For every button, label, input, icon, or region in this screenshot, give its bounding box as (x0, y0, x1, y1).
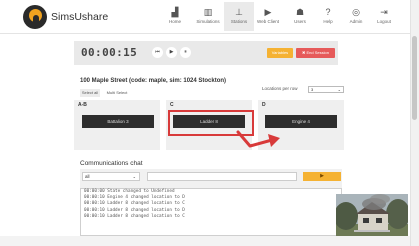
user-circle-icon: ◎ (352, 7, 360, 17)
log-line: 00:00:10 Ladder 8 changed location to C (84, 213, 185, 219)
nav-simulations[interactable]: ▥ Simulations (193, 5, 223, 24)
nav-simulations-label: Simulations (196, 19, 220, 24)
nav-home[interactable]: ▟ Home (160, 5, 190, 24)
nav-help[interactable]: ? Help (313, 5, 343, 24)
nav-stations-label: Stations (230, 19, 248, 24)
nav-web-client-label: Web Client (257, 19, 279, 24)
brand-name[interactable]: SimsUshare (51, 11, 108, 23)
channel-value: all (85, 174, 90, 179)
location-label: C (170, 102, 174, 108)
nav-admin-label: Admin (349, 19, 363, 24)
users-icon: ☗ (295, 7, 305, 17)
nav-logout-label: Logout (377, 19, 391, 24)
pause-button[interactable]: ⏸ (180, 47, 191, 58)
home-icon: ▟ (171, 7, 179, 17)
nav-stations[interactable]: ⊥ Stations (224, 2, 254, 31)
locations-per-row-select[interactable]: 3 ⌄ (308, 86, 344, 93)
app: SimsUshare ▟ Home ▥ Simulations ⊥ Statio… (0, 0, 419, 246)
nav-home-label: Home (168, 19, 181, 24)
end-session-button[interactable]: ✖ End Session (296, 48, 335, 58)
variables-button[interactable]: Variables (267, 48, 293, 58)
nav-users-label: Users (294, 19, 306, 24)
nav-web-client[interactable]: ▶ Web Client (253, 5, 283, 24)
nav-admin[interactable]: ◎ Admin (341, 5, 371, 24)
map-icon: ▥ (203, 7, 213, 17)
session-bar: 00:00:15 ⏮ ▶ ⏸ Variables ✖ End Session (74, 41, 338, 65)
rewind-button[interactable]: ⏮ (152, 47, 163, 58)
location-label: D (262, 102, 266, 108)
event-log[interactable]: 00:00:00 State changed to Undefined 00:0… (80, 188, 342, 236)
select-all-button[interactable]: Select all (80, 89, 100, 97)
multi-select-button[interactable]: Multi Select (103, 89, 131, 97)
scenario-title: 100 Maple Street (code: maple, sim: 1024… (80, 78, 227, 84)
send-button[interactable]: ▶ (303, 172, 341, 181)
comms-title: Communications chat (80, 160, 143, 167)
nav-logout[interactable]: ⇥ Logout (369, 5, 399, 24)
logo-figure (33, 15, 39, 25)
unit-card[interactable]: Battalion 3 (82, 115, 154, 128)
locations-per-row-label: Locations per row (262, 86, 298, 91)
help-icon: ? (325, 7, 331, 17)
channel-select[interactable]: all ⌄ (82, 172, 140, 181)
top-nav: SimsUshare ▟ Home ▥ Simulations ⊥ Statio… (0, 0, 410, 34)
send-icon: ▶ (320, 173, 324, 179)
chevron-down-icon: ⌄ (132, 174, 136, 179)
logout-icon: ⇥ (380, 7, 388, 17)
annotation-arrow-icon (236, 130, 280, 148)
nav-help-label: Help (323, 19, 333, 24)
play-button[interactable]: ▶ (166, 47, 177, 58)
play-icon: ▶ (264, 7, 272, 17)
locations-per-row-value: 3 (311, 87, 314, 92)
session-timer: 00:00:15 (81, 46, 138, 59)
location-label: A-B (78, 102, 87, 108)
house-scene-image (336, 194, 408, 238)
sitemap-icon: ⊥ (235, 7, 243, 17)
page-bottom-edge (0, 236, 410, 246)
logo[interactable] (23, 5, 47, 29)
nav-users[interactable]: ☗ Users (285, 5, 315, 24)
location-column-ab[interactable]: A-B Battalion 3 (74, 100, 160, 150)
chat-input[interactable] (147, 172, 297, 181)
scene-video-thumbnail[interactable] (336, 194, 408, 238)
scrollbar-thumb[interactable] (412, 36, 417, 120)
chevron-down-icon: ⌄ (337, 87, 341, 92)
